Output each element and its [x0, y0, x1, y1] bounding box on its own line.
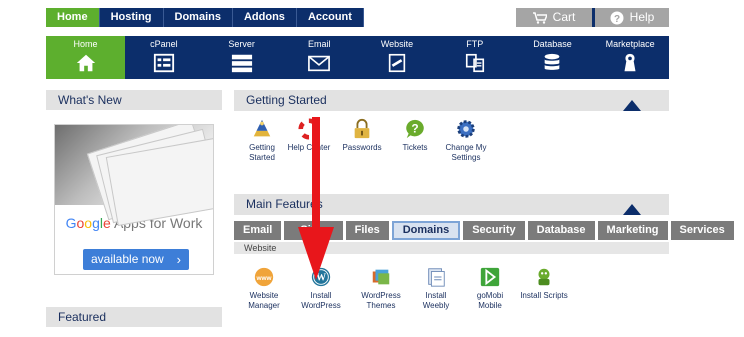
tab-addons[interactable]: Addons: [233, 8, 297, 27]
quick-home[interactable]: Home: [46, 36, 125, 79]
server-icon: [231, 54, 252, 73]
help-label: Help: [629, 10, 655, 24]
collapse-caret-icon[interactable]: [623, 100, 641, 111]
svg-text:?: ?: [411, 122, 418, 136]
item-label: Install Scripts: [520, 291, 568, 300]
quick-database-label: Database: [533, 39, 572, 49]
www-icon: www: [254, 267, 274, 287]
tab-hosting[interactable]: Hosting: [100, 8, 164, 27]
available-now-button[interactable]: available now ›: [83, 249, 189, 270]
quick-database[interactable]: Database: [514, 36, 592, 79]
chevron-right-icon: ›: [176, 252, 181, 267]
quick-cpanel[interactable]: cPanel: [125, 36, 203, 79]
item-label: Install: [310, 291, 332, 300]
change-settings-item[interactable]: Change My Settings: [440, 118, 492, 163]
collapse-caret-icon[interactable]: [623, 204, 641, 215]
item-label: Themes: [366, 301, 396, 310]
item-label: Started: [249, 153, 275, 162]
item-label: Mobile: [478, 301, 502, 310]
gomobi-item[interactable]: goMobi Mobile: [464, 266, 516, 311]
getting-started-heading: Getting Started: [234, 90, 669, 111]
website-icon: [388, 53, 406, 73]
available-now-label: available now: [91, 252, 164, 266]
quick-email-label: Email: [308, 39, 331, 49]
tab-domains[interactable]: Domains: [164, 8, 233, 27]
passwords-item[interactable]: Passwords: [334, 118, 390, 163]
filter-services[interactable]: Services: [670, 221, 734, 240]
ftp-icon: [465, 53, 484, 73]
item-label: Weebly: [422, 301, 450, 310]
ad-paper-image: [55, 125, 213, 227]
house-icon: [76, 54, 95, 72]
featured-heading: Featured: [46, 307, 222, 327]
item-label: Tickets: [402, 143, 428, 152]
filter-files[interactable]: Files: [345, 221, 389, 240]
quick-ftp[interactable]: FTP: [436, 36, 514, 79]
quick-server-label: Server: [228, 39, 255, 49]
filter-email[interactable]: Email: [234, 221, 282, 240]
tab-home[interactable]: Home: [46, 8, 100, 27]
quick-marketplace-label: Marketplace: [605, 39, 655, 49]
filter-database[interactable]: Database: [527, 221, 595, 240]
marketplace-icon: [624, 53, 636, 72]
nav-spacer: [363, 8, 516, 27]
svg-text:www: www: [256, 275, 272, 282]
svg-text:?: ?: [614, 14, 620, 25]
quick-email[interactable]: Email: [280, 36, 358, 79]
lock-icon: [354, 118, 370, 139]
quick-server[interactable]: Server: [203, 36, 281, 79]
filter-security[interactable]: Security: [463, 221, 525, 240]
item-label: Getting: [249, 143, 275, 152]
google-logo-letter: G: [65, 215, 77, 231]
annotation-arrow: [298, 117, 334, 280]
themes-icon: [372, 269, 390, 285]
item-label: Passwords: [342, 143, 382, 152]
install-weebly-item[interactable]: Install Weebly: [408, 266, 464, 311]
database-icon: [545, 53, 560, 70]
gear-icon: [457, 120, 475, 138]
getting-started-title: Getting Started: [246, 93, 327, 107]
item-label: WordPress: [301, 301, 341, 310]
item-label: WordPress: [361, 291, 401, 300]
question-circle-icon: ?: [610, 11, 624, 25]
item-label: Website: [249, 291, 279, 300]
google-logo-letter: g: [92, 215, 100, 231]
quick-marketplace[interactable]: Marketplace: [591, 36, 669, 79]
tab-account[interactable]: Account: [297, 8, 364, 27]
item-label: Install: [425, 291, 447, 300]
gomobi-icon: [480, 267, 500, 287]
cart-icon: [532, 11, 547, 24]
question-bubble-icon: ?: [406, 119, 424, 139]
cart-button[interactable]: Cart: [516, 8, 592, 27]
quick-home-label: Home: [73, 39, 98, 49]
tickets-item[interactable]: ? Tickets: [390, 118, 440, 163]
quick-cpanel-label: cPanel: [150, 39, 178, 49]
envelope-icon: [308, 55, 331, 72]
help-button[interactable]: ? Help: [595, 8, 669, 27]
filter-marketing[interactable]: Marketing: [597, 221, 668, 240]
item-label: Settings: [451, 153, 481, 162]
top-navigation: Home Hosting Domains Addons Account Cart…: [46, 8, 669, 27]
cpanel-icon: [153, 53, 174, 73]
quick-icon-bar: Home cPanel Server Email Website FTP Dat…: [46, 36, 669, 79]
cart-label: Cart: [552, 10, 576, 24]
item-label: Manager: [248, 301, 280, 310]
item-label: goMobi: [476, 291, 504, 300]
quick-ftp-label: FTP: [466, 39, 484, 49]
item-label: Change My: [445, 143, 487, 152]
getting-started-item[interactable]: Getting Started: [240, 118, 284, 163]
wordpress-themes-item[interactable]: WordPress Themes: [354, 266, 408, 311]
whats-new-heading: What's New: [46, 90, 222, 110]
install-scripts-item[interactable]: Install Scripts: [516, 266, 572, 311]
quick-website-label: Website: [380, 39, 414, 49]
website-manager-item[interactable]: www Website Manager: [240, 266, 288, 311]
quick-website[interactable]: Website: [358, 36, 436, 79]
filter-domains[interactable]: Domains: [391, 221, 461, 240]
left-column: What's New Google Apps for Work availabl…: [46, 90, 222, 327]
google-logo-letter: o: [84, 215, 93, 231]
weebly-icon: [428, 268, 445, 287]
scripts-icon: [538, 268, 550, 286]
google-apps-ad[interactable]: Google Apps for Work available now ›: [54, 124, 214, 275]
wizard-icon: [253, 119, 271, 137]
